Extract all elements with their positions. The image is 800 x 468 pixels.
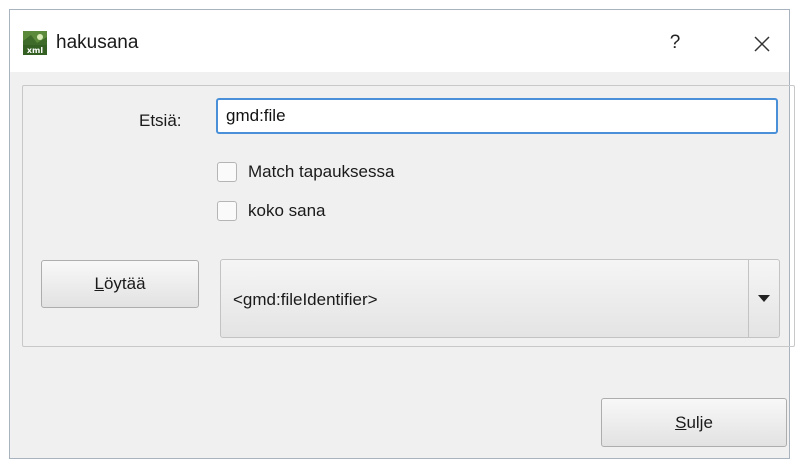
close-window-button[interactable] bbox=[747, 29, 777, 59]
search-input[interactable] bbox=[216, 98, 778, 134]
close-button-label: ulje bbox=[686, 413, 713, 432]
search-dialog: xml hakusana ? Etsiä: Match tapauksessa … bbox=[9, 9, 795, 459]
match-case-label: Match tapauksessa bbox=[248, 162, 395, 181]
xml-file-icon: xml bbox=[23, 31, 47, 55]
match-case-option[interactable]: Match tapauksessa bbox=[217, 162, 394, 182]
find-button-label: öytää bbox=[103, 274, 146, 293]
whole-word-option[interactable]: koko sana bbox=[217, 201, 326, 221]
search-label: Etsiä: bbox=[139, 111, 182, 130]
svg-text:xml: xml bbox=[27, 46, 43, 55]
close-button-mnemonic: S bbox=[675, 413, 687, 432]
find-button-mnemonic: L bbox=[94, 274, 104, 293]
results-dropdown-value: <gmd:fileIdentifier> bbox=[233, 290, 378, 309]
match-case-checkbox[interactable] bbox=[217, 162, 237, 182]
dropdown-toggle[interactable] bbox=[749, 260, 779, 337]
help-button[interactable]: ? bbox=[660, 28, 690, 58]
results-dropdown[interactable]: <gmd:fileIdentifier> bbox=[220, 259, 780, 338]
chevron-down-icon bbox=[758, 294, 770, 302]
whole-word-label: koko sana bbox=[248, 201, 326, 220]
close-button[interactable]: Sulje bbox=[601, 398, 787, 447]
whole-word-checkbox[interactable] bbox=[217, 201, 237, 221]
close-icon bbox=[754, 36, 770, 52]
find-button[interactable]: Löytää bbox=[41, 260, 199, 308]
window-title: hakusana bbox=[56, 32, 139, 53]
title-bar: xml hakusana ? bbox=[10, 10, 789, 72]
